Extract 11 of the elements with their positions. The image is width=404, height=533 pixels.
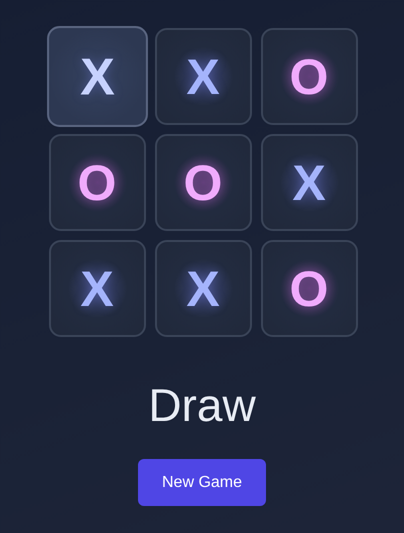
board-cell[interactable]: O [260, 28, 358, 125]
board-cell[interactable]: X [46, 26, 148, 127]
board-cell[interactable]: X [154, 240, 252, 337]
board-cell[interactable]: X [154, 28, 252, 125]
board-cell[interactable]: X [260, 134, 358, 231]
board-cell[interactable]: O [260, 240, 358, 337]
game-status: Draw [148, 379, 256, 431]
board-cell[interactable]: O [154, 134, 252, 231]
board-cell[interactable]: X [48, 240, 146, 337]
board-cell[interactable]: O [48, 134, 146, 231]
new-game-button[interactable]: New Game [138, 459, 266, 506]
